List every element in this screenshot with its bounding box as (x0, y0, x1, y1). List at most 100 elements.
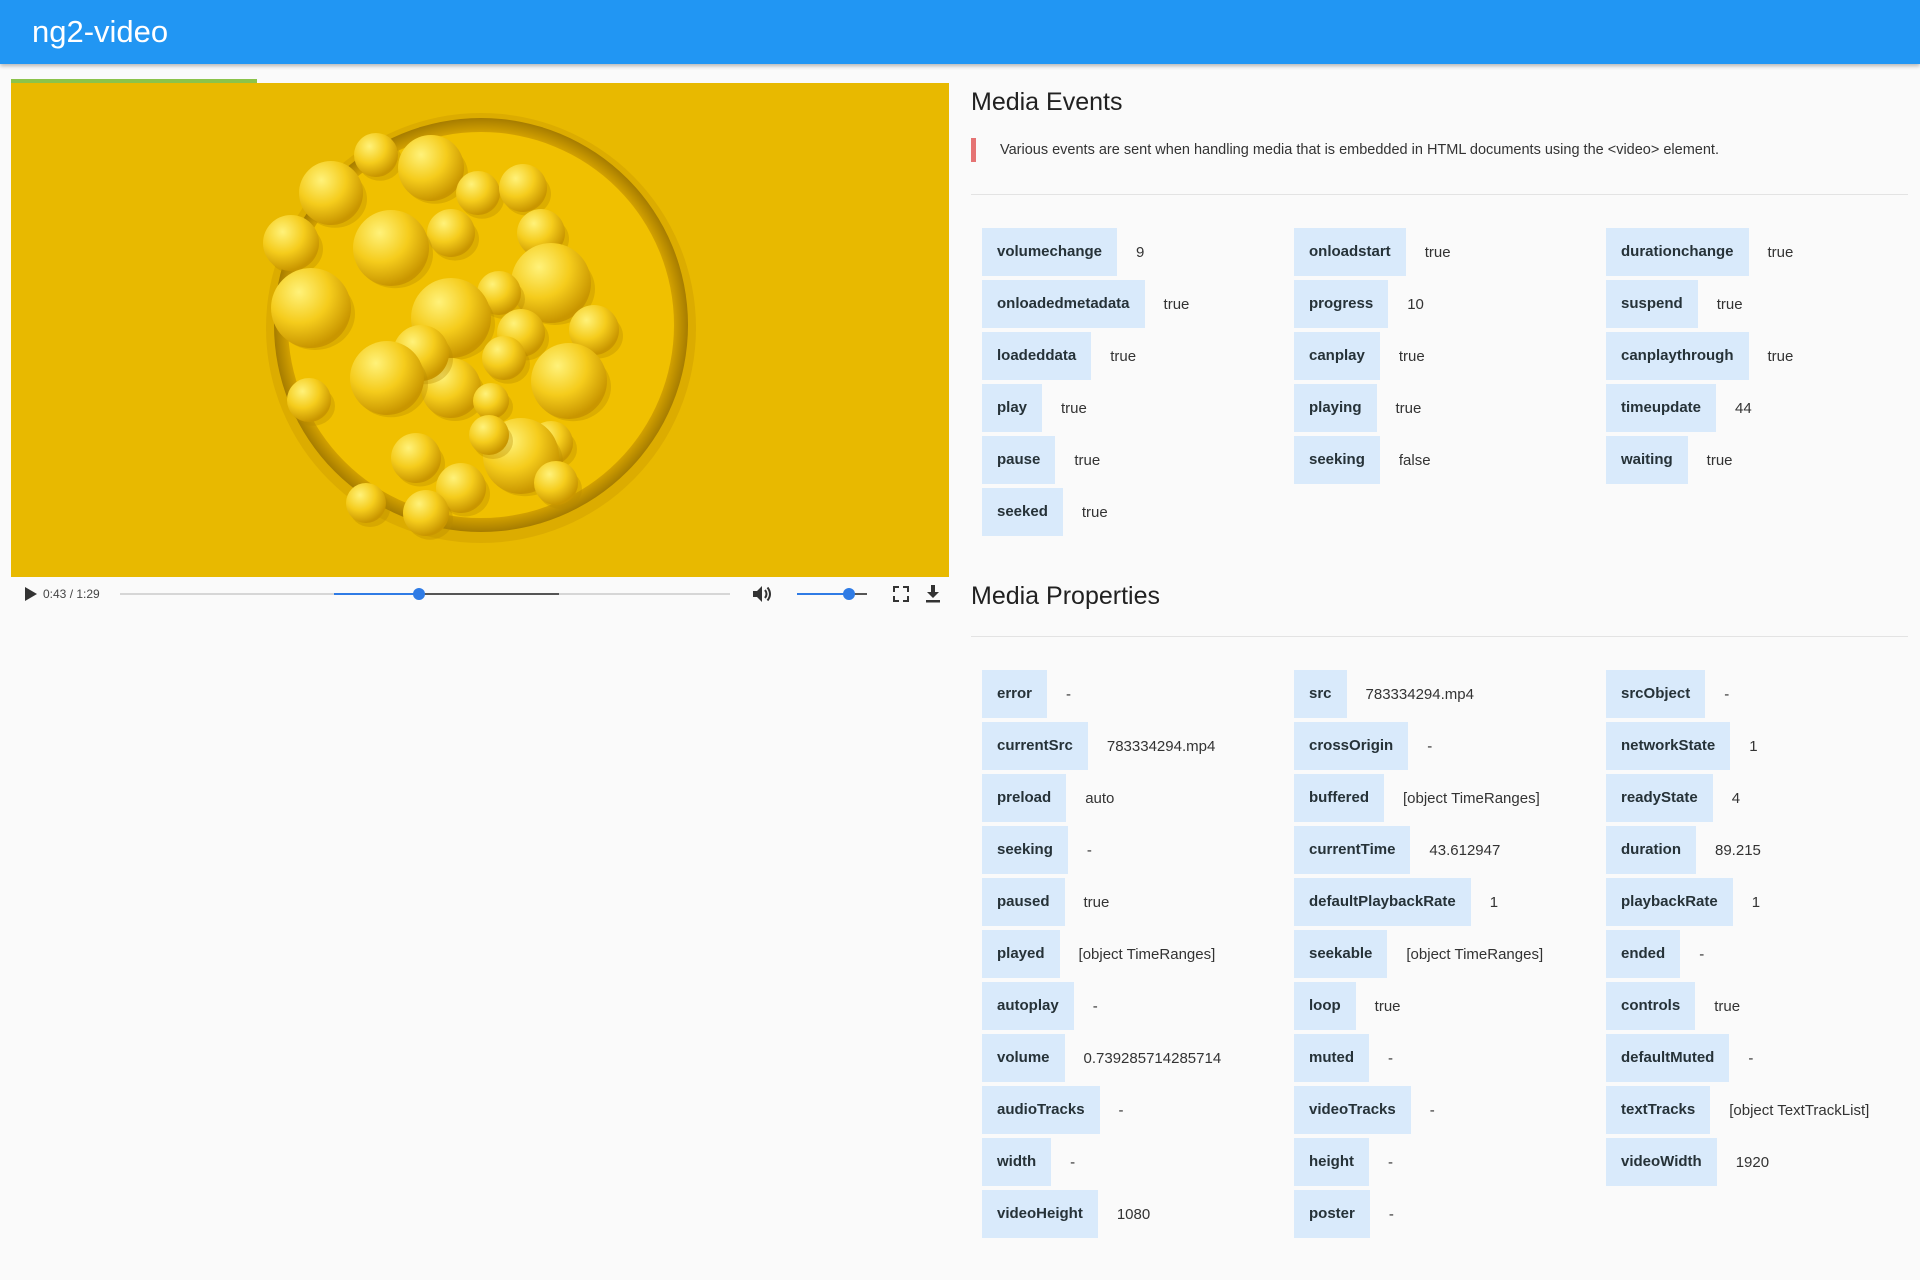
property-row: srcObject - (1606, 670, 1729, 718)
property-row-value: - (1427, 737, 1433, 755)
event-row-key: seeking (1294, 436, 1380, 484)
property-row-value: 43.612947 (1429, 841, 1501, 859)
property-row: preload auto (982, 774, 1114, 822)
download-button[interactable] (923, 583, 943, 605)
event-row-value: true (1424, 243, 1451, 261)
seek-thumb[interactable] (412, 588, 425, 600)
download-icon (926, 585, 940, 603)
property-row: defaultPlaybackRate 1 (1294, 878, 1498, 926)
property-row: duration 89.215 (1606, 826, 1761, 874)
event-row-key: timeupdate (1606, 384, 1717, 432)
property-row-value: true (1374, 997, 1401, 1015)
property-row: videoWidth 1920 (1606, 1138, 1769, 1186)
mute-button[interactable] (751, 583, 775, 605)
property-row: error - (982, 670, 1071, 718)
property-row-key: poster (1294, 1190, 1370, 1238)
app-bar: ng2-video (0, 0, 1920, 64)
property-row: controls true (1606, 982, 1740, 1030)
property-row-value: - (1066, 685, 1072, 703)
property-row-key: defaultMuted (1606, 1034, 1730, 1082)
event-row: volumechange 9 (982, 228, 1144, 276)
event-row-value: true (1110, 347, 1137, 365)
event-row-key: seeked (982, 488, 1063, 536)
property-row-key: currentSrc (982, 722, 1088, 770)
event-row: pause true (982, 436, 1100, 484)
property-row: videoHeight 1080 (982, 1190, 1150, 1238)
media-events-title: Media Events (971, 88, 1123, 116)
property-row: ended - (1606, 930, 1704, 978)
property-row-value: auto (1085, 789, 1115, 807)
property-row: volume 0.739285714285714 (982, 1034, 1221, 1082)
media-events-description: Various events are sent when handling me… (971, 138, 1871, 162)
property-row: paused true (982, 878, 1109, 926)
property-row-key: seeking (982, 826, 1068, 874)
property-row-value: true (1083, 893, 1110, 911)
event-row: playing true (1294, 384, 1421, 432)
property-row-key: autoplay (982, 982, 1074, 1030)
property-row-value: - (1092, 997, 1098, 1015)
event-row-key: progress (1294, 280, 1389, 328)
property-row-value: 1 (1751, 893, 1761, 911)
play-button[interactable] (23, 585, 39, 603)
property-row: muted - (1294, 1034, 1393, 1082)
event-row-value: true (1398, 347, 1425, 365)
property-row: poster - (1294, 1190, 1394, 1238)
property-row-value: - (1699, 945, 1705, 963)
app-title: ng2-video (32, 14, 169, 49)
property-row-key: loop (1294, 982, 1356, 1030)
property-row-value: - (1388, 1205, 1394, 1223)
property-row-value: 4 (1731, 789, 1741, 807)
property-row-key: videoTracks (1294, 1086, 1411, 1134)
property-row-key: height (1294, 1138, 1369, 1186)
event-row-key: volumechange (982, 228, 1118, 276)
volume-level (797, 593, 849, 595)
property-row-value: 1 (1749, 737, 1758, 755)
property-row-key: defaultPlaybackRate (1294, 878, 1471, 926)
property-row-value: [object TextTrackList] (1729, 1101, 1870, 1119)
property-row-value: - (1118, 1101, 1124, 1119)
property-row: currentTime 43.612947 (1294, 826, 1500, 874)
property-row-value: - (1748, 1049, 1754, 1067)
event-row: loadeddata true (982, 332, 1136, 380)
property-row-value: 1920 (1735, 1153, 1770, 1171)
event-row: seeking false (1294, 436, 1431, 484)
property-row-key: volume (982, 1034, 1065, 1082)
property-row-key: playbackRate (1606, 878, 1733, 926)
event-row: play true (982, 384, 1087, 432)
event-row-key: waiting (1606, 436, 1688, 484)
property-row-value: 783334294.mp4 (1106, 737, 1216, 755)
property-row: playbackRate 1 (1606, 878, 1760, 926)
time-display: 0:43 / 1:29 (43, 587, 100, 601)
property-row-key: preload (982, 774, 1067, 822)
property-row-key: ended (1606, 930, 1681, 978)
property-row-key: srcObject (1606, 670, 1706, 718)
property-row: src 783334294.mp4 (1294, 670, 1474, 718)
property-row: seeking - (982, 826, 1092, 874)
volume-thumb[interactable] (842, 588, 855, 600)
event-row: seeked true (982, 488, 1108, 536)
event-row-key: play (982, 384, 1043, 432)
volume-icon (753, 586, 771, 602)
property-row-value: - (1388, 1153, 1393, 1171)
media-properties-title: Media Properties (971, 582, 1160, 610)
fullscreen-button[interactable] (891, 584, 911, 604)
property-row-key: src (1294, 670, 1347, 718)
property-row-value: 0.739285714285714 (1083, 1049, 1222, 1067)
event-row: onloadedmetadata true (982, 280, 1189, 328)
event-row-key: canplaythrough (1606, 332, 1749, 380)
property-row-key: width (982, 1138, 1052, 1186)
event-row-value: true (1716, 295, 1743, 313)
event-row: canplaythrough true (1606, 332, 1793, 380)
property-row-key: paused (982, 878, 1065, 926)
property-row: crossOrigin - (1294, 722, 1432, 770)
event-row-key: durationchange (1606, 228, 1749, 276)
property-row: buffered [object TimeRanges] (1294, 774, 1540, 822)
property-row-key: networkState (1606, 722, 1731, 770)
event-row-value: true (1074, 451, 1101, 469)
event-row-value: 9 (1136, 243, 1145, 261)
video-frame[interactable] (11, 83, 949, 577)
property-row-key: controls (1606, 982, 1696, 1030)
video-poster-image (11, 83, 949, 577)
event-row: canplay true (1294, 332, 1425, 380)
property-row-key: videoWidth (1606, 1138, 1717, 1186)
